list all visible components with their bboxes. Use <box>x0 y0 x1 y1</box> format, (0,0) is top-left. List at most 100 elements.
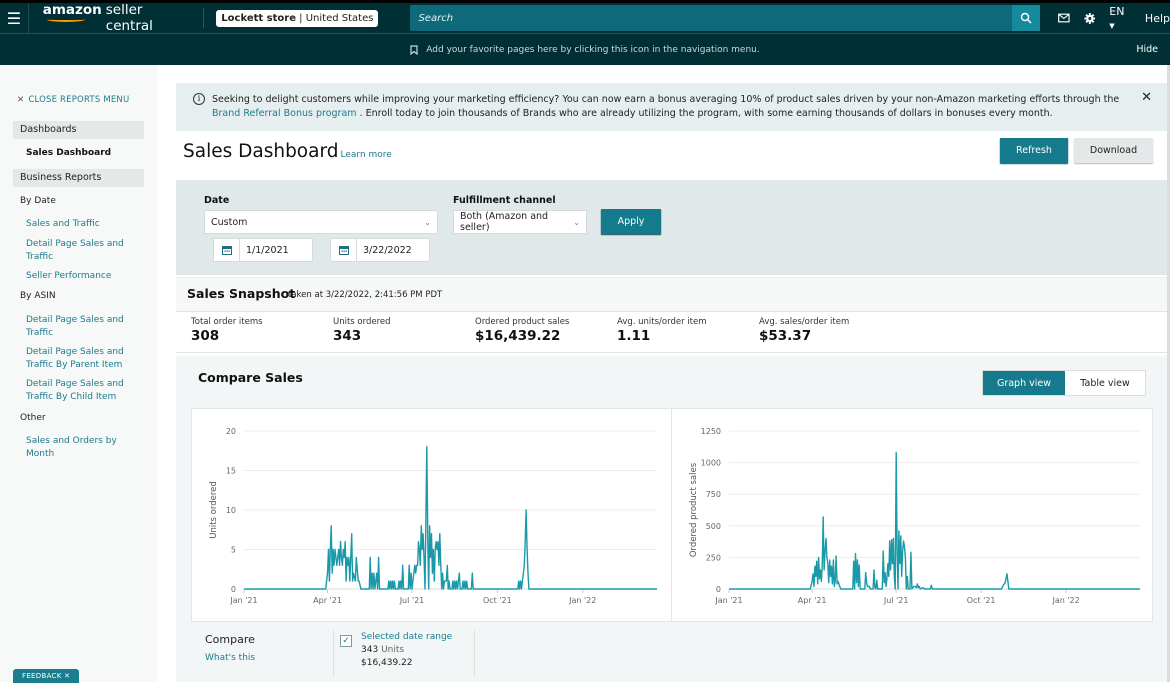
date-label: Date <box>204 195 230 206</box>
help-link[interactable]: Help <box>1145 12 1170 25</box>
metric-value: $53.37 <box>759 328 812 344</box>
metric-label: Avg. units/order item <box>617 317 707 327</box>
fulfillment-channel-value: Both (Amazon and seller) <box>460 211 549 233</box>
page-title-row: Sales Dashboard Learn more <box>183 141 392 162</box>
metric-value: $16,439.22 <box>475 328 561 344</box>
selected-range-checkbox[interactable]: ✓ <box>340 635 352 647</box>
sidebar-category-by-asin: By ASIN <box>20 291 56 301</box>
x-tick-label: Jul '21 <box>399 596 425 605</box>
x-tick-label: Oct '21 <box>967 596 996 605</box>
metric-label: Units ordered <box>333 317 391 327</box>
units-value: 343 <box>361 645 379 655</box>
sidebar-item-detail-page-sales-traffic[interactable]: Detail Page Sales and Traffic <box>26 238 126 263</box>
divider <box>474 630 475 676</box>
language-label: EN <box>1109 5 1125 18</box>
store-region: United States <box>305 12 374 24</box>
sidebar-item-asin-detail-page[interactable]: Detail Page Sales and Traffic <box>26 314 126 339</box>
close-banner-icon[interactable]: ✕ <box>1141 91 1152 105</box>
store-selector[interactable]: Lockett store | United States <box>216 9 379 27</box>
snapshot-timestamp: taken at 3/22/2022, 2:41:56 PM PDT <box>288 290 443 300</box>
caret-down-icon: ▼ <box>1109 22 1115 30</box>
y-tick-label: 250 <box>706 553 721 562</box>
close-reports-menu-button[interactable]: ✕ CLOSE REPORTS MENU <box>17 95 129 105</box>
series-line <box>729 451 1140 590</box>
sidebar-item-asin-parent-item[interactable]: Detail Page Sales and Traffic By Parent … <box>26 346 126 371</box>
start-date-value[interactable]: 1/1/2021 <box>240 239 312 261</box>
x-tick-label: Oct '21 <box>483 596 512 605</box>
refresh-button[interactable]: Refresh <box>1000 138 1068 163</box>
y-tick-label: 500 <box>706 522 721 531</box>
end-date-value[interactable]: 3/22/2022 <box>357 239 429 261</box>
metric-label: Ordered product sales <box>475 317 570 327</box>
download-button[interactable]: Download <box>1074 138 1153 163</box>
menu-icon[interactable]: ☰ <box>0 3 29 33</box>
x-tick-label: Jan '21 <box>714 596 742 605</box>
sales-snapshot-title: Sales Snapshot <box>187 286 296 301</box>
filters-panel: Date Custom ⌄ 1/1/2021 3/22/2022 Fulfillm… <box>176 180 1168 275</box>
y-tick-label: 0 <box>231 585 236 594</box>
apply-button[interactable]: Apply <box>601 209 661 234</box>
selected-sales: $16,439.22 <box>361 658 413 668</box>
sidebar-item-asin-child-item[interactable]: Detail Page Sales and Traffic By Child I… <box>26 378 126 403</box>
y-tick-label: 15 <box>226 467 236 476</box>
reports-sidebar: ✕ CLOSE REPORTS MENU Dashboards Sales Das… <box>0 65 158 683</box>
close-icon[interactable]: ✕ <box>64 672 70 680</box>
search-box[interactable]: Search <box>410 5 1040 31</box>
metric-avg-sales-per-order-item: Avg. sales/order item $53.37 <box>759 317 849 344</box>
sidebar-item-sales-orders-by-month[interactable]: Sales and Orders by Month <box>26 435 126 460</box>
divider <box>203 8 205 28</box>
sidebar-item-seller-performance[interactable]: Seller Performance <box>26 270 126 283</box>
x-tick-label: Apr '21 <box>798 596 827 605</box>
graph-view-button[interactable]: Graph view <box>983 371 1065 395</box>
banner-text-end: . Enroll today to join thousands of Bran… <box>356 107 1053 119</box>
language-selector[interactable]: EN ▼ <box>1109 5 1131 31</box>
search-button[interactable] <box>1011 5 1040 31</box>
feedback-button[interactable]: FEEDBACK ✕ <box>13 669 80 683</box>
sidebar-item-sales-and-traffic[interactable]: Sales and Traffic <box>26 218 126 231</box>
sidebar-item-sales-dashboard[interactable]: Sales Dashboard <box>26 147 111 160</box>
compare-sales-title: Compare Sales <box>198 370 303 385</box>
y-tick-label: 1250 <box>701 427 721 436</box>
compare-footer: Compare What's this ✓ Selected date rang… <box>176 622 1168 682</box>
fulfillment-channel-select[interactable]: Both (Amazon and seller) ⌄ <box>453 210 587 234</box>
mail-icon[interactable] <box>1057 13 1070 23</box>
sidebar-category-by-date: By Date <box>20 196 56 206</box>
favorites-bar: Add your favorite pages here by clicking… <box>0 33 1170 65</box>
favorites-message: Add your favorite pages here by clicking… <box>426 44 760 55</box>
sales-snapshot-header: Sales Snapshot taken at 3/22/2022, 2:41:… <box>176 277 1168 311</box>
whats-this-link[interactable]: What's this <box>205 653 255 663</box>
brand-referral-link[interactable]: Brand Referral Bonus program <box>212 108 357 119</box>
y-axis-label: Ordered product sales <box>689 462 699 557</box>
amazon-seller-central-logo[interactable]: amazon seller central <box>43 2 188 34</box>
metric-label: Avg. sales/order item <box>759 317 850 327</box>
search-input[interactable]: Search <box>410 13 453 24</box>
y-tick-label: 20 <box>226 427 236 436</box>
end-date-field[interactable]: 3/22/2022 <box>330 238 430 262</box>
table-view-button[interactable]: Table view <box>1065 371 1145 395</box>
page-title: Sales Dashboard <box>183 141 339 162</box>
gear-icon[interactable] <box>1084 12 1096 25</box>
date-range-select[interactable]: Custom ⌄ <box>204 210 438 234</box>
calendar-icon[interactable] <box>214 239 240 261</box>
banner-text: Seeking to delight customers while impro… <box>212 94 1120 105</box>
compare-sales-section: Compare Sales Graph view Table view 0 5 10… <box>176 356 1168 682</box>
hide-favorites-button[interactable]: Hide <box>1136 44 1158 55</box>
learn-more-link[interactable]: Learn more <box>341 150 392 160</box>
metric-label: Total order items <box>191 317 263 327</box>
metric-total-order-items: Total order items 308 <box>191 317 263 344</box>
divider <box>333 630 334 676</box>
units-ordered-chart: 0 5 10 15 20 Jan '21 Apr '21 Jul '21 Oct '21 Jan … <box>209 427 657 605</box>
y-tick-label: 0 <box>716 585 721 594</box>
x-tick-label: Jan '21 <box>229 596 257 605</box>
calendar-icon[interactable] <box>331 239 357 261</box>
logo-brand: amazon <box>42 2 102 18</box>
units-word: Units <box>381 645 405 655</box>
amazon-smile-icon <box>46 17 85 22</box>
info-icon: i <box>193 93 205 105</box>
sidebar-group-business-reports: Business Reports <box>13 169 144 187</box>
fulfillment-channel-label: Fulfillment channel <box>453 195 556 206</box>
top-navigation-bar: ☰ amazon seller central Lockett store | … <box>0 0 1170 34</box>
selected-date-range-label: Selected date range <box>361 632 453 642</box>
search-icon <box>1020 12 1032 24</box>
start-date-field[interactable]: 1/1/2021 <box>213 238 313 262</box>
